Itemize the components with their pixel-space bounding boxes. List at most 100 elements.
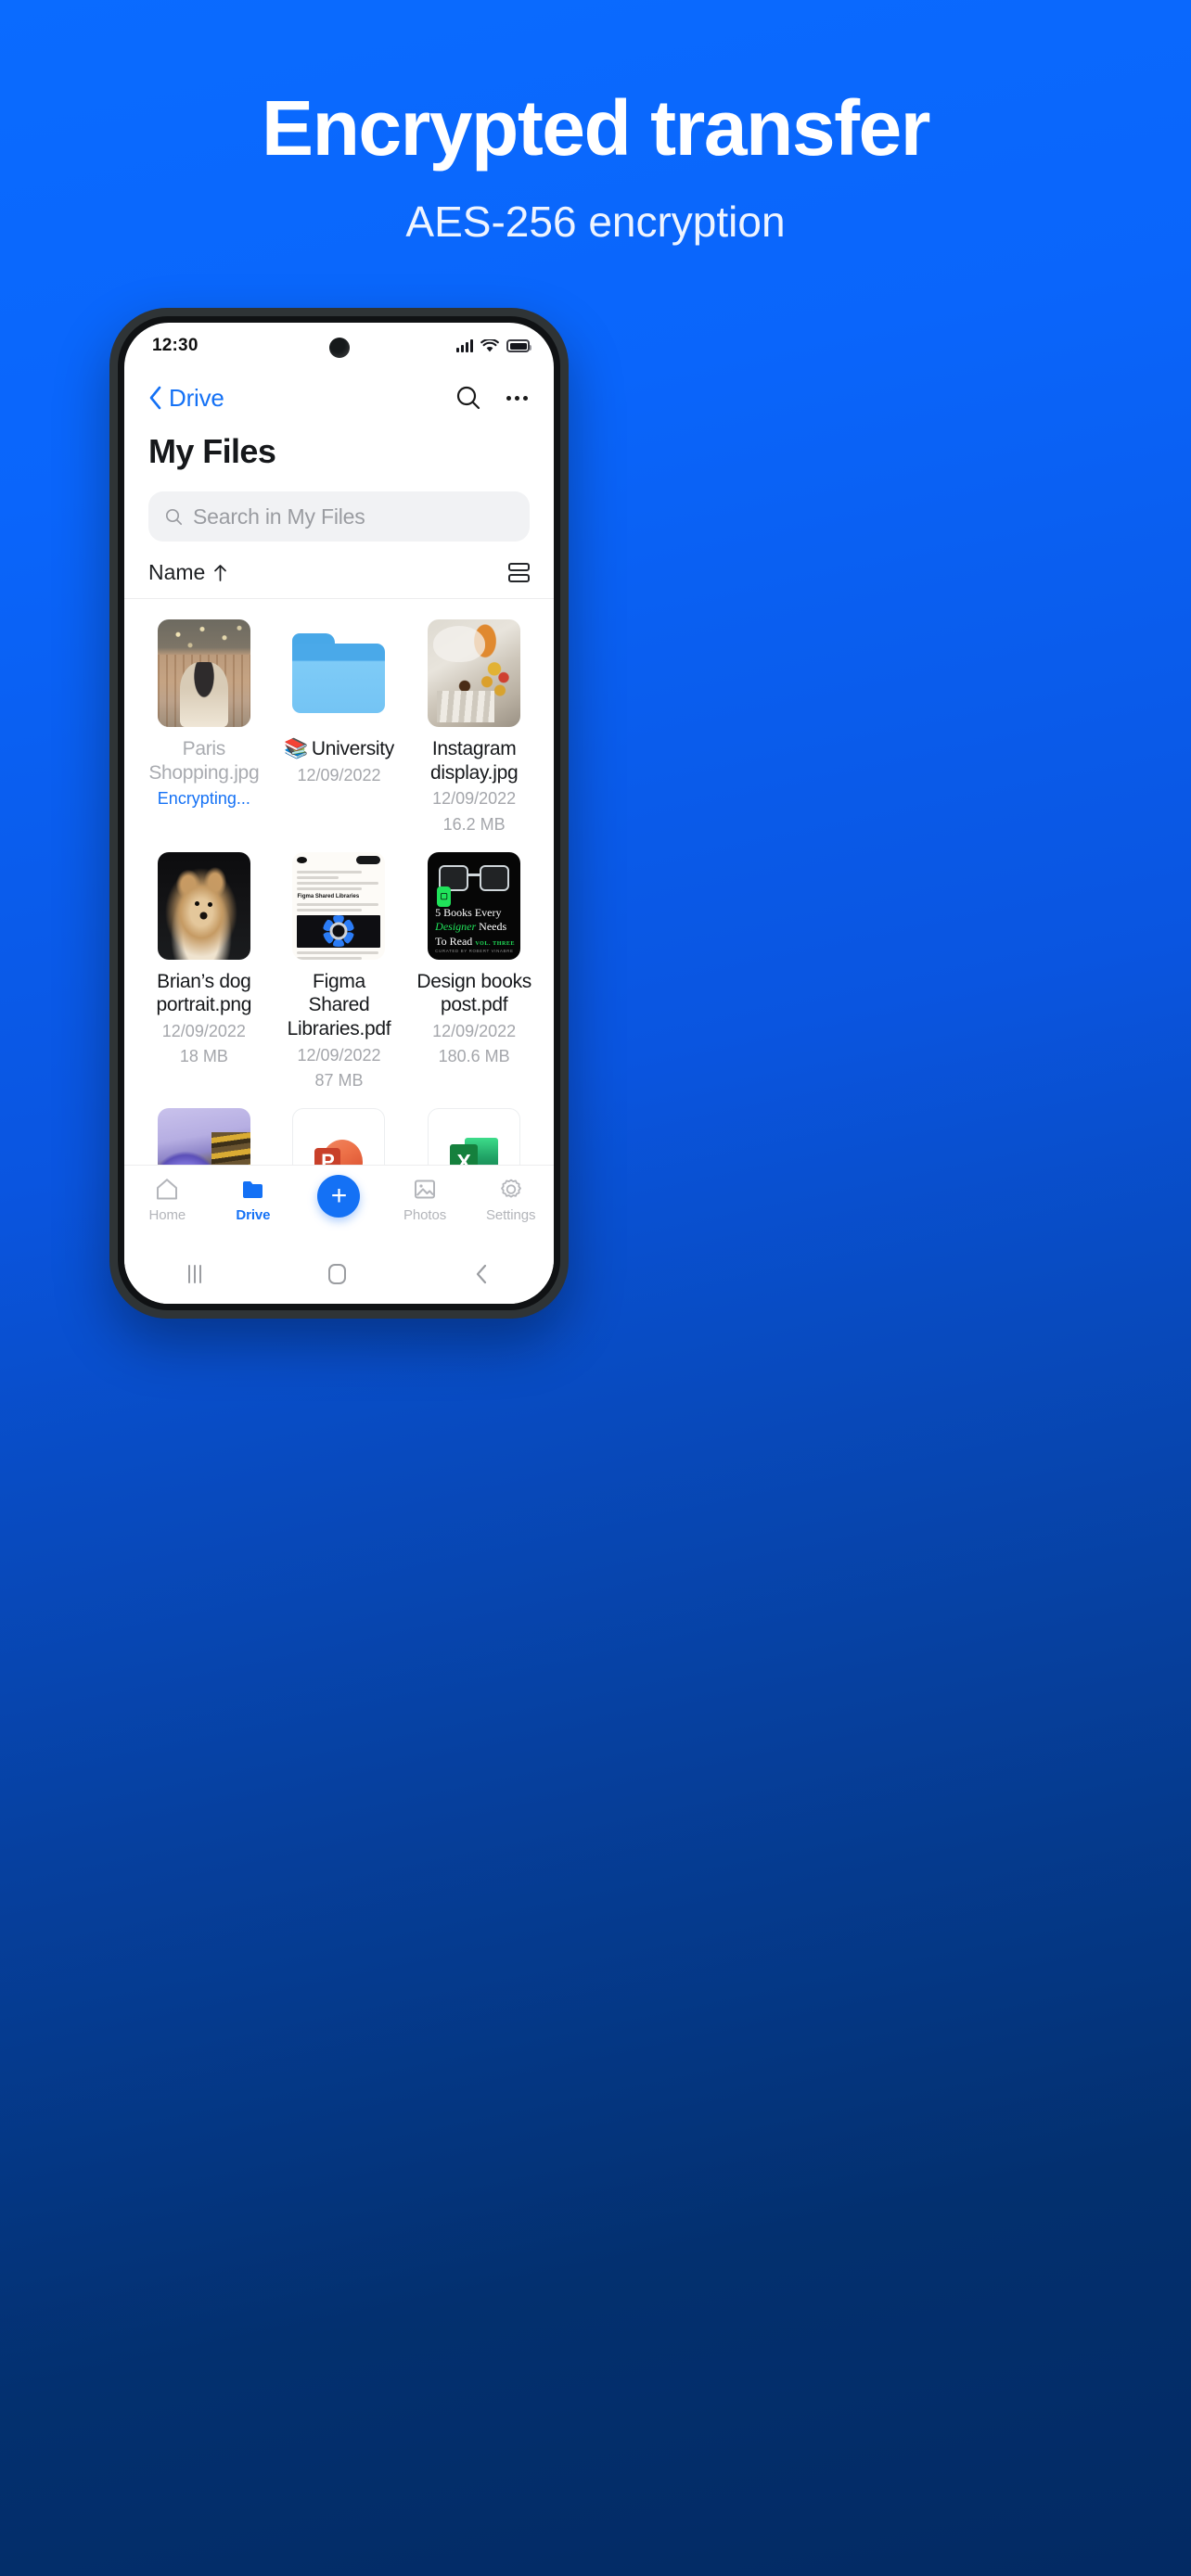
sort-button[interactable]: Name [148, 560, 227, 585]
powerpoint-letter: P [314, 1148, 341, 1165]
recents-icon[interactable] [187, 1265, 202, 1283]
phone-mockup: 12:30 Drive My Files Search in My Files … [109, 308, 569, 1319]
folder-icon [242, 1181, 263, 1198]
file-card[interactable]: X [409, 1108, 539, 1165]
gear-icon [500, 1179, 521, 1198]
books-line-2-rest: Needs [476, 920, 507, 934]
promo-title: Encrypted transfer [262, 84, 930, 172]
promo-subtitle: AES-256 encryption [405, 198, 786, 246]
file-name: Instagram display.jpg [429, 738, 519, 784]
search-input[interactable]: Search in My Files [148, 491, 530, 542]
nav-label-settings: Settings [485, 1207, 536, 1223]
file-thumbnail [157, 851, 250, 960]
books-credit: CURATED BY ROBERT VINABRE [435, 948, 514, 953]
chevron-left-icon [149, 386, 161, 410]
status-icons [456, 338, 531, 353]
figma-thumb-image [297, 914, 381, 948]
nav-item-drive[interactable]: Drive [219, 1177, 288, 1223]
file-size: 18 MB [179, 1047, 228, 1066]
get-started-pill [356, 856, 381, 864]
back-chevron-icon[interactable] [473, 1263, 490, 1285]
search-icon[interactable] [455, 384, 482, 412]
nav-item-settings[interactable]: Settings [477, 1177, 545, 1223]
figma-thumb-header [292, 852, 385, 868]
figma-thumb-title: Figma Shared Libraries [297, 894, 360, 900]
file-size: 87 MB [314, 1070, 364, 1090]
file-thumbnail [428, 619, 521, 727]
folder-name: 📚 University [284, 737, 394, 761]
list-view-icon[interactable] [508, 563, 530, 582]
camera-punch-hole [328, 338, 350, 358]
more-options-icon[interactable] [506, 395, 528, 401]
nav-label-home: Home [148, 1207, 186, 1223]
cellular-signal-icon [456, 339, 473, 352]
home-icon [157, 1179, 178, 1200]
file-card[interactable]: Figma Shared Libraries Figma Shared Libr… [275, 851, 404, 1108]
design-books-thumb: ▢ 5 Books Every Designer Needs To Read V… [428, 851, 521, 960]
file-date: 12/09/2022 [161, 1022, 246, 1041]
arrow-up-icon [214, 564, 227, 581]
architecture-photo-thumb [157, 1108, 250, 1165]
file-grid: Paris Shopping.jpg Encrypting... 📚 Univer… [124, 599, 554, 1165]
excel-icon: X [450, 1138, 499, 1165]
file-size: 16.2 MB [442, 814, 506, 834]
file-card[interactable] [139, 1108, 269, 1165]
paris-photo-thumb [157, 619, 250, 727]
bookmark-badge-icon: ▢ [437, 886, 452, 907]
medium-logo-icon [297, 857, 308, 863]
file-thumbnail [157, 619, 250, 727]
bottom-nav-bar: Home Drive + Photos Settings [124, 1165, 554, 1250]
file-card[interactable]: Paris Shopping.jpg Encrypting... [139, 619, 269, 852]
file-name: Brian’s dog portrait.png [156, 970, 252, 1016]
search-section: Search in My Files [124, 471, 554, 542]
file-size: 180.6 MB [438, 1047, 510, 1066]
system-nav-bar [124, 1250, 554, 1304]
file-name: Paris Shopping.jpg [148, 738, 260, 784]
sort-row: Name [124, 542, 554, 599]
file-status: Encrypting... [157, 789, 250, 809]
books-thumb-title: 5 Books Every Designer Needs To Read VOL… [435, 906, 515, 950]
excel-thumbnail: X [428, 1108, 521, 1165]
folder-thumbnail [292, 619, 386, 727]
file-card[interactable]: Brian’s dog portrait.png 12/09/2022 18 M… [139, 851, 269, 1108]
home-pill-icon[interactable] [328, 1264, 347, 1284]
nav-item-home[interactable]: Home [133, 1177, 201, 1223]
books-volume: VOL. THREE [475, 941, 516, 947]
books-line-1: 5 Books Every [435, 905, 502, 919]
plus-icon: + [317, 1175, 361, 1218]
file-thumbnail: Figma Shared Libraries [292, 851, 386, 960]
books-line-3: To Read [435, 935, 473, 948]
nav-label-drive: Drive [236, 1207, 271, 1223]
file-name: Design books post.pdf [416, 970, 531, 1016]
nav-label-photos: Photos [403, 1207, 447, 1223]
phone-screen: 12:30 Drive My Files Search in My Files … [124, 323, 554, 1304]
add-button[interactable]: + [304, 1175, 373, 1218]
file-card[interactable]: ▢ 5 Books Every Designer Needs To Read V… [409, 851, 539, 1108]
file-date: 12/09/2022 [297, 1045, 381, 1065]
books-line-2-emphasis: Designer [435, 920, 477, 934]
file-thumbnail: ▢ 5 Books Every Designer Needs To Read V… [428, 851, 521, 960]
back-button-label: Drive [169, 383, 224, 412]
powerpoint-icon: P [314, 1138, 364, 1165]
file-thumbnail [157, 1108, 250, 1165]
excel-letter: X [450, 1144, 479, 1165]
file-date: 12/09/2022 [432, 1022, 517, 1041]
figma-article-thumb: Figma Shared Libraries [292, 851, 386, 960]
books-emoji-icon: 📚 [283, 738, 308, 759]
battery-icon [506, 339, 531, 352]
folder-card[interactable]: 📚 University 12/09/2022 [275, 619, 404, 852]
status-bar: 12:30 [124, 323, 554, 369]
sort-label: Name [148, 560, 206, 584]
file-name: Figma Shared Libraries.pdf [287, 970, 391, 1040]
file-date: 12/09/2022 [432, 789, 517, 809]
promo-header: Encrypted transfer AES-256 encryption [0, 0, 1191, 247]
app-nav-bar: Drive [124, 369, 554, 427]
file-card[interactable]: Instagram display.jpg 12/09/2022 16.2 MB [409, 619, 539, 852]
back-button[interactable]: Drive [148, 384, 224, 413]
search-icon [165, 508, 183, 525]
instagram-photo-thumb [428, 619, 521, 727]
nav-item-photos[interactable]: Photos [391, 1177, 459, 1223]
search-placeholder: Search in My Files [193, 504, 365, 529]
nav-actions [455, 384, 528, 412]
file-card[interactable]: P [275, 1108, 404, 1165]
